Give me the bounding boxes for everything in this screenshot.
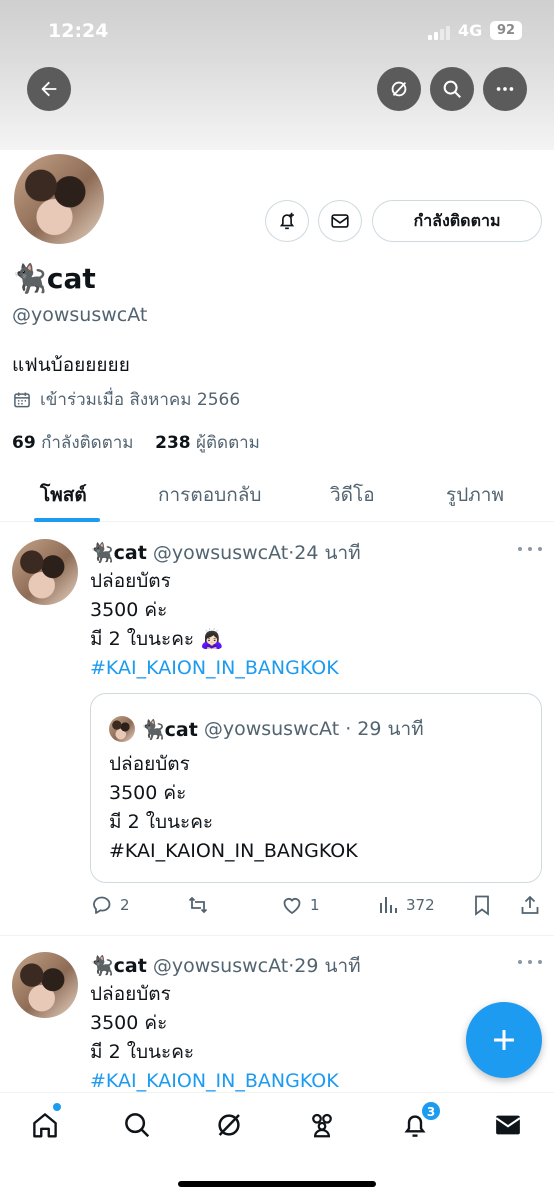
nav-home[interactable] xyxy=(25,1105,65,1145)
tweet-actions: 2 1 372 xyxy=(90,893,544,923)
share-icon xyxy=(521,895,539,914)
grok-button[interactable] xyxy=(377,67,421,111)
calendar-icon xyxy=(14,392,30,407)
profile-tabs: โพสต์ การตอบกลับ วิดีโอ รูปภาพ xyxy=(0,462,554,522)
nav-communities[interactable] xyxy=(302,1105,342,1145)
followers-link[interactable]: 238 ผู้ติดตาม xyxy=(155,433,260,453)
profile-handle: @yowsuswcAt xyxy=(12,304,148,326)
notifications-badge: 3 xyxy=(421,1101,441,1121)
communities-icon xyxy=(312,1113,332,1138)
search-button[interactable] xyxy=(430,67,474,111)
tab-videos[interactable]: วิดีโอ xyxy=(330,480,375,510)
heart-icon xyxy=(283,898,301,915)
tweet-time: 29 นาที xyxy=(294,955,361,977)
tab-replies[interactable]: การตอบกลับ xyxy=(158,480,261,510)
tab-photos[interactable]: รูปภาพ xyxy=(446,480,504,510)
quote-time: 29 นาที xyxy=(357,718,424,740)
battery-icon: 92 xyxy=(490,21,522,40)
status-time: 12:24 xyxy=(48,20,109,42)
hashtag-link[interactable]: #KAI_KAION_IN_BANGKOK xyxy=(90,654,339,683)
status-bar: 12:24 4G 92 xyxy=(0,18,554,46)
retweet-icon xyxy=(188,896,208,914)
tweet-header: 🐈‍⬛cat @yowsuswcAt·24 นาที xyxy=(90,542,361,564)
tweet-more-icon[interactable] xyxy=(516,544,544,554)
tweet[interactable]: 🐈‍⬛cat @yowsuswcAt·29 นาที ปล่อยบัตร 350… xyxy=(0,936,554,1092)
following-link[interactable]: 69 กำลังติดตาม xyxy=(12,433,134,453)
hashtag-link[interactable]: #KAI_KAION_IN_BANGKOK xyxy=(90,1067,339,1092)
like-button[interactable]: 1 xyxy=(280,893,320,917)
joined-text: เข้าร่วมเมื่อ สิงหาคม 2566 xyxy=(40,390,241,410)
retweet-button[interactable] xyxy=(186,893,216,917)
grok-icon xyxy=(391,81,407,97)
joined-date: เข้าร่วมเมื่อ สิงหาคม 2566 xyxy=(12,386,240,413)
more-horizontal-icon xyxy=(496,87,514,91)
network-type: 4G xyxy=(458,21,483,40)
bookmark-icon xyxy=(475,895,489,916)
profile-avatar[interactable] xyxy=(10,150,108,248)
tweet-header: 🐈‍⬛cat @yowsuswcAt·29 นาที xyxy=(90,955,361,977)
analytics-icon xyxy=(380,897,397,913)
grok-icon xyxy=(218,1114,240,1136)
message-button[interactable] xyxy=(318,200,362,242)
home-indicator xyxy=(178,1181,376,1187)
tweet-text: ปล่อยบัตร 3500 ค่ะ มี 2 ใบนะคะ 🙇🏻‍♀️ #KA… xyxy=(90,567,339,683)
display-name: 🐈‍⬛cat xyxy=(12,262,96,295)
quoted-tweet[interactable]: 🐈‍⬛cat @yowsuswcAt · 29 นาที ปล่อยบัตร 350… xyxy=(90,693,542,883)
quote-author-handle: @yowsuswcAt xyxy=(203,718,340,740)
signal-icon xyxy=(428,24,454,40)
nav-grok[interactable] xyxy=(209,1105,249,1145)
quote-header: 🐈‍⬛cat @yowsuswcAt · 29 นาที xyxy=(109,714,424,744)
avatar[interactable] xyxy=(12,952,78,1018)
share-button[interactable] xyxy=(518,893,542,917)
bookmark-button[interactable] xyxy=(470,893,494,917)
tweet-more-icon[interactable] xyxy=(516,957,544,967)
home-unread-dot xyxy=(53,1103,61,1111)
compose-button[interactable] xyxy=(466,1002,542,1078)
tab-posts[interactable]: โพสต์ xyxy=(40,480,87,510)
following-button[interactable]: กำลังติดตาม xyxy=(372,200,542,242)
tweet-text: ปล่อยบัตร 3500 ค่ะ มี 2 ใบนะคะ #KAI_KAIO… xyxy=(90,980,339,1092)
tweet-time: 24 นาที xyxy=(294,542,361,564)
search-icon xyxy=(125,1113,150,1138)
reply-button[interactable]: 2 xyxy=(90,893,130,917)
author-handle: @yowsuswcAt xyxy=(152,542,289,564)
home-icon xyxy=(33,1113,57,1138)
subscribe-notifications-button[interactable] xyxy=(265,200,309,242)
author-name[interactable]: 🐈‍⬛cat xyxy=(90,542,147,564)
plus-icon xyxy=(494,1030,514,1050)
active-tab-indicator xyxy=(34,518,100,522)
profile-stats: 69 กำลังติดตาม 238 ผู้ติดตาม xyxy=(12,429,260,456)
author-handle: @yowsuswcAt xyxy=(152,955,289,977)
avatar xyxy=(109,716,135,742)
quote-text: ปล่อยบัตร 3500 ค่ะ มี 2 ใบนะคะ #KAI_KAIO… xyxy=(109,753,358,862)
envelope-icon xyxy=(331,214,349,228)
bell-plus-icon xyxy=(279,212,295,230)
nav-messages[interactable] xyxy=(488,1105,528,1145)
search-icon xyxy=(443,80,461,98)
quote-author-name: 🐈‍⬛cat xyxy=(141,718,198,741)
avatar[interactable] xyxy=(12,539,78,605)
nav-search[interactable] xyxy=(117,1105,157,1145)
envelope-icon xyxy=(495,1115,521,1135)
arrow-left-icon xyxy=(41,81,57,97)
tweet[interactable]: 🐈‍⬛cat @yowsuswcAt·24 นาที ปล่อยบัตร 350… xyxy=(0,523,554,935)
author-name[interactable]: 🐈‍⬛cat xyxy=(90,955,147,977)
more-options-button[interactable] xyxy=(483,67,527,111)
views-button[interactable]: 372 xyxy=(376,893,435,917)
reply-icon xyxy=(93,896,111,914)
back-button[interactable] xyxy=(27,67,71,111)
profile-bio: แฟนบ้อยยยยย xyxy=(12,354,130,376)
